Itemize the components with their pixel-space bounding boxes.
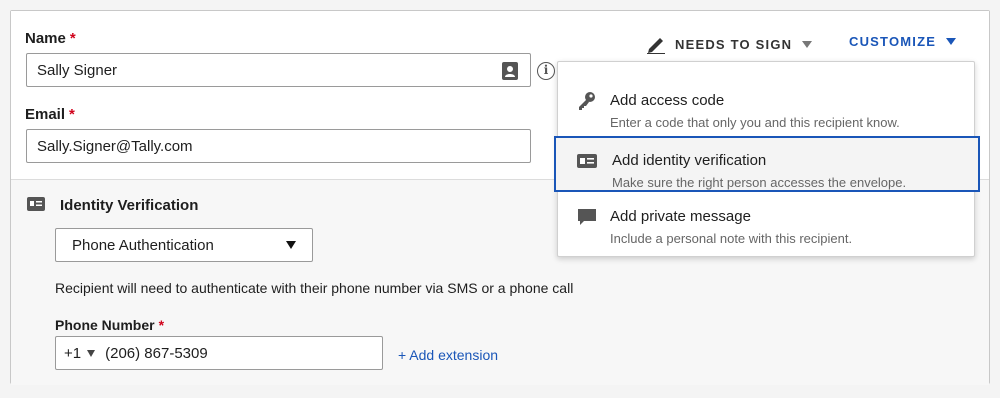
menu-item-private-message[interactable]: Add private message Include a personal n… [558,196,974,252]
menu-item-access-code[interactable]: Add access code Enter a code that only y… [558,80,974,136]
phone-number-value: (206) 867-5309 [105,344,208,362]
add-extension-link[interactable]: + Add extension [398,347,498,363]
country-code-select[interactable]: +1 [64,345,105,362]
needs-to-sign-label: NEEDS TO SIGN [675,36,793,52]
info-icon[interactable]: i [537,62,555,80]
menu-item-identity-verification[interactable]: Add identity verification Make sure the … [554,136,980,192]
email-field[interactable]: Sally.Signer@Tally.com [26,129,531,163]
verification-method-select[interactable]: Phone Authentication [55,228,313,262]
identity-verification-heading: Identity Verification [60,197,199,214]
recipient-action-dropdown[interactable]: NEEDS TO SIGN [645,34,813,54]
required-marker: * [158,317,165,333]
caret-down-icon [87,349,96,357]
id-card-icon [577,154,597,168]
speech-bubble-icon [578,209,596,225]
pen-icon [647,38,665,54]
customize-button[interactable]: CUSTOMIZE [849,34,957,49]
menu-item-description: Enter a code that only you and this reci… [610,115,900,130]
recipient-card: Name * Sally Signer i Email * Sally.Signer… [10,10,990,385]
name-label: Name * [25,30,76,47]
customize-label: CUSTOMIZE [849,34,937,49]
email-label: Email * [25,106,75,123]
id-card-icon [27,197,45,211]
name-value: Sally Signer [37,61,118,79]
verification-help-text: Recipient will need to authenticate with… [55,280,574,296]
menu-item-title: Add private message [610,208,751,225]
phone-number-field[interactable]: +1 (206) 867-5309 [55,336,383,370]
name-field[interactable]: Sally Signer [26,53,531,87]
verification-method-value: Phone Authentication [72,236,214,254]
menu-item-description: Make sure the right person accesses the … [612,175,907,190]
key-icon [579,92,595,110]
caret-down-icon [286,241,296,249]
menu-item-title: Add access code [610,92,725,109]
phone-number-label: Phone Number * [55,317,165,333]
menu-item-title: Add identity verification [612,152,767,169]
menu-item-description: Include a personal note with this recipi… [610,231,853,246]
customize-menu: Add access code Enter a code that only y… [554,61,980,257]
country-code-value: +1 [64,344,82,362]
required-marker: * [69,106,75,123]
chevron-down-icon [946,38,957,45]
required-marker: * [69,30,76,47]
contact-book-icon[interactable] [500,61,520,81]
chevron-down-icon [802,40,813,48]
email-value: Sally.Signer@Tally.com [37,137,193,155]
